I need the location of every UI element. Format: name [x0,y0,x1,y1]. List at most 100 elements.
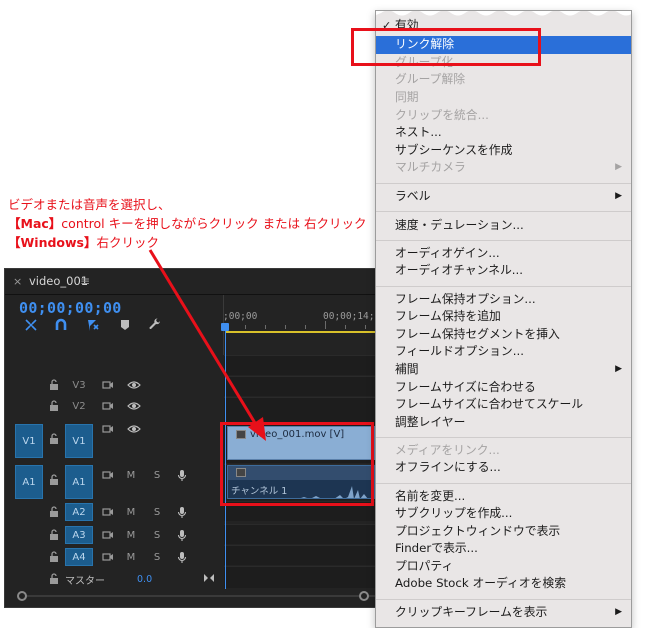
menu-separator [376,437,631,438]
menu-item-audio-gain[interactable]: オーディオゲイン... [376,245,631,263]
nest-sequence-icon[interactable] [23,317,39,333]
sync-lock-icon[interactable] [101,505,115,519]
lock-icon[interactable] [49,529,59,541]
source-patch-a1[interactable]: A1 [15,465,43,499]
lock-icon[interactable] [49,400,59,412]
mute-button[interactable]: M [124,505,138,519]
eye-icon[interactable] [127,378,141,392]
menu-item-make-subclip[interactable]: サブクリップを作成... [376,505,631,523]
menu-separator [376,286,631,287]
track-target-a4[interactable]: A4 [65,548,93,566]
eye-icon[interactable] [127,422,141,436]
submenu-arrow-icon: ▶ [615,364,622,374]
solo-button[interactable]: S [150,468,164,482]
snap-magnet-icon[interactable] [53,317,69,333]
add-marker-icon[interactable] [117,317,133,333]
menu-item-make-subsequence[interactable]: サブシーケンスを作成 [376,142,631,160]
sync-lock-icon[interactable] [101,399,115,413]
menu-item-time-interpolation[interactable]: 補間 ▶ [376,361,631,379]
annotation-line-3: 【Windows】右クリック [8,234,159,252]
playhead-timecode[interactable]: 00;00;00;00 [19,299,122,317]
menu-item-insert-frame-hold-segment[interactable]: フレーム保持セグメントを挿入 [376,326,631,344]
menu-item-properties[interactable]: プロパティ [376,558,631,576]
track-target-a1[interactable]: A1 [65,465,93,499]
microphone-icon[interactable] [175,528,189,542]
menu-item-label: サブシーケンスを作成 [395,143,513,157]
track-target-v1[interactable]: V1 [65,424,93,458]
menu-item-rename[interactable]: 名前を変更... [376,488,631,506]
track-label-v3[interactable]: V3 [65,377,93,393]
menu-item-label: オーディオゲイン... [395,246,500,260]
sync-lock-icon[interactable] [101,550,115,564]
ruler-tick [365,325,366,329]
sync-lock-icon[interactable] [101,378,115,392]
linked-selection-icon[interactable] [85,317,101,333]
microphone-icon[interactable] [175,505,189,519]
menu-item-ungroup[interactable]: グループ解除 [376,71,631,89]
master-volume-value[interactable]: 0.0 [137,574,152,585]
mute-button[interactable]: M [124,528,138,542]
menu-item-multi-camera[interactable]: マルチカメラ ▶ [376,159,631,177]
lock-icon[interactable] [49,573,59,585]
menu-item-label: フレーム保持を追加 [395,309,501,323]
track-label-v2[interactable]: V2 [65,398,93,414]
menu-item-field-options[interactable]: フィールドオプション... [376,343,631,361]
menu-separator [376,211,631,212]
menu-item-nest[interactable]: ネスト... [376,124,631,142]
menu-item-show-clip-keyframes[interactable]: クリップキーフレームを表示 ▶ [376,604,631,622]
solo-button[interactable]: S [150,550,164,564]
mute-button[interactable]: M [124,468,138,482]
menu-item-label: フレームサイズに合わせてスケール [395,397,584,411]
microphone-icon[interactable] [175,550,189,564]
eye-icon[interactable] [127,399,141,413]
submenu-arrow-icon: ▶ [615,162,622,172]
menu-item-reveal-in-finder[interactable]: Finderで表示... [376,540,631,558]
menu-item-scale-to-frame-size[interactable]: フレームサイズに合わせてスケール [376,396,631,414]
master-expand-icon[interactable] [202,571,216,585]
menu-item-audio-channels[interactable]: オーディオチャンネル... [376,262,631,280]
track-target-a3[interactable]: A3 [65,526,93,544]
menu-item-link-media[interactable]: メディアをリンク... [376,442,631,460]
microphone-icon[interactable] [175,468,189,482]
timeline-zoom-scrollbar[interactable] [17,591,417,601]
menu-item-frame-hold-options[interactable]: フレーム保持オプション... [376,291,631,309]
menu-item-label: マルチカメラ [395,160,466,174]
ruler-tick [305,325,306,329]
mute-button[interactable]: M [124,550,138,564]
lock-icon[interactable] [49,379,59,391]
close-icon[interactable]: × [13,275,22,288]
sync-lock-icon[interactable] [101,422,115,436]
source-patch-v1[interactable]: V1 [15,424,43,458]
menu-item-add-frame-hold[interactable]: フレーム保持を追加 [376,308,631,326]
menu-item-merge-clips[interactable]: クリップを統合... [376,107,631,125]
menu-item-label: プロジェクトウィンドウで表示 [395,524,561,538]
annotation-mac-text: control キーを押しながらクリック または 右クリック [61,216,367,231]
solo-button[interactable]: S [150,528,164,542]
menu-item-label: 速度・デュレーション... [395,218,524,232]
master-track-label: マスター [65,576,105,587]
lock-icon[interactable] [49,474,59,486]
menu-item-make-offline[interactable]: オフラインにする... [376,459,631,477]
scrollbar-right-handle[interactable] [359,591,369,601]
sync-lock-icon[interactable] [101,468,115,482]
ruler-tick [285,325,286,329]
lock-icon[interactable] [49,506,59,518]
scrollbar-left-handle[interactable] [17,591,27,601]
solo-button[interactable]: S [150,505,164,519]
menu-item-adobe-stock-audio[interactable]: Adobe Stock オーディオを検索 [376,575,631,593]
sync-lock-icon[interactable] [101,528,115,542]
menu-item-synchronize[interactable]: 同期 [376,89,631,107]
menu-item-set-to-frame-size[interactable]: フレームサイズに合わせる [376,379,631,397]
track-target-a2[interactable]: A2 [65,503,93,521]
menu-item-speed-duration[interactable]: 速度・デュレーション... [376,217,631,235]
menu-item-reveal-in-project[interactable]: プロジェクトウィンドウで表示 [376,523,631,541]
menu-item-label-color[interactable]: ラベル ▶ [376,188,631,206]
scrollbar-track[interactable] [25,595,405,597]
menu-item-label: オフラインにする... [395,460,501,474]
lock-icon[interactable] [49,551,59,563]
track-header-master: マスター 0.0 [5,569,223,589]
menu-item-adjustment-layer[interactable]: 調整レイヤー [376,414,631,432]
menu-separator [376,240,631,241]
lock-icon[interactable] [49,433,59,445]
panel-menu-icon[interactable]: ≡ [80,274,90,288]
